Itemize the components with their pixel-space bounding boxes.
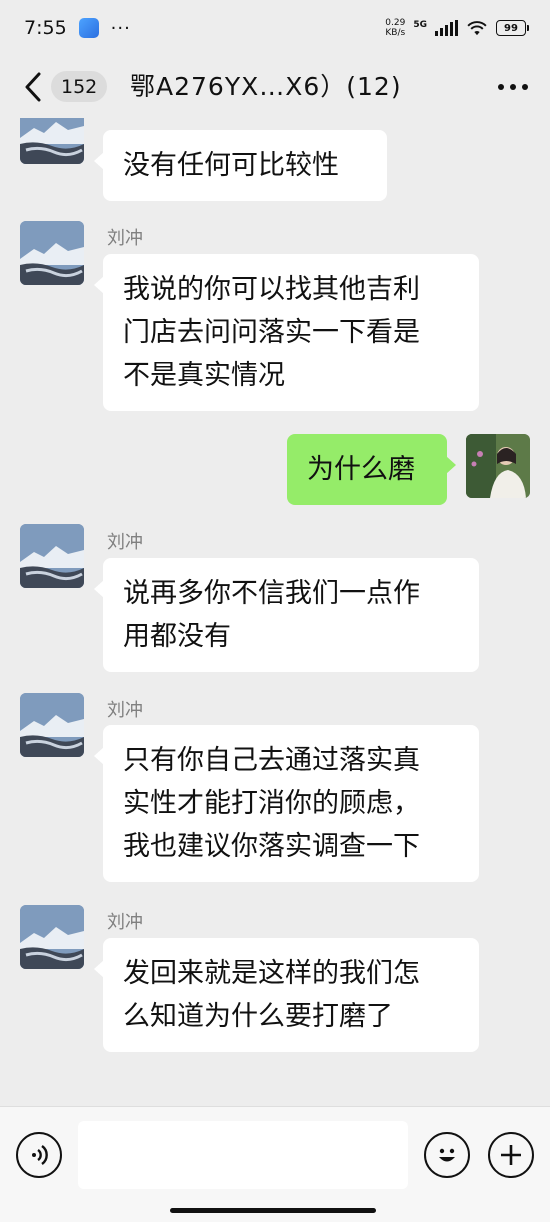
message-line: 用都没有 [123, 621, 231, 652]
message-bubble[interactable]: 说再多你不信我们一点作 用都没有 [94, 558, 479, 672]
avatar[interactable] [20, 693, 84, 757]
plus-button[interactable] [488, 1132, 534, 1178]
more-dot [522, 84, 528, 90]
status-left: 7:55 ··· [24, 17, 131, 39]
status-time: 7:55 [24, 17, 67, 39]
chat-title: 鄂A276YX…X6）(12) [130, 72, 402, 101]
message-bubble[interactable]: 我说的你可以找其他吉利 门店去问问落实一下看是 不是真实情况 [94, 254, 479, 411]
mountain-avatar-icon [20, 524, 84, 588]
avatar[interactable] [20, 905, 84, 969]
app-notification-icon [78, 18, 99, 38]
message-line: 只有你自己去通过落实真 [123, 745, 420, 776]
message-input[interactable] [78, 1121, 408, 1189]
mountain-avatar-icon [20, 905, 84, 969]
status-right: 0.29 KB/s 5G 99 [385, 18, 529, 38]
sender-name: 刘冲 [107, 532, 143, 553]
unread-count-badge[interactable]: 152 [51, 71, 108, 102]
self-avatar[interactable] [466, 434, 530, 498]
emoji-button[interactable] [424, 1132, 470, 1178]
message-line: 实性才能打消你的顾虑， [123, 788, 420, 819]
chevron-left-icon [25, 72, 41, 102]
message-line: 我也建议你落实调查一下 [123, 831, 420, 862]
home-indicator[interactable] [170, 1208, 376, 1213]
message-bubble[interactable]: 没有任何可比较性 [94, 130, 387, 201]
battery-level: 99 [504, 22, 518, 34]
message-input-bar [0, 1106, 550, 1222]
mountain-avatar-icon [20, 221, 84, 285]
message-line: 不是真实情况 [123, 360, 285, 391]
network-speed-unit: KB/s [385, 28, 406, 38]
person-avatar-icon [466, 434, 530, 498]
message-bubble[interactable]: 只有你自己去通过落实真 实性才能打消你的顾虑， 我也建议你落实调查一下 [94, 725, 479, 882]
message-line: 我说的你可以找其他吉利 [123, 274, 420, 305]
message-line: 发回来就是这样的我们怎 [123, 958, 420, 989]
avatar[interactable] [20, 118, 84, 164]
status-more-dots: ··· [110, 17, 131, 39]
emoji-icon [439, 1148, 455, 1162]
message-text: 没有任何可比较性 [123, 150, 339, 181]
sender-name: 刘冲 [107, 912, 143, 933]
self-message-bubble[interactable]: 为什么磨 [287, 434, 456, 505]
back-button[interactable] [22, 70, 52, 104]
plus-icon [501, 1145, 521, 1165]
message-text: 为什么磨 [307, 454, 415, 485]
battery-icon: 99 [496, 20, 529, 36]
signal-strength-icon [435, 20, 458, 36]
wifi-icon [467, 21, 487, 36]
more-dots-icon [498, 84, 504, 90]
sender-name: 刘冲 [107, 228, 143, 249]
status-bar: 7:55 ··· 0.29 KB/s 5G 99 [0, 0, 550, 56]
chat-header: 152 鄂A276YX…X6）(12) [0, 56, 550, 118]
message-line: 门店去问问落实一下看是 [123, 317, 420, 348]
sender-name: 刘冲 [107, 700, 143, 721]
voice-icon [32, 1145, 48, 1165]
message-bubble[interactable]: 发回来就是这样的我们怎 么知道为什么要打磨了 [94, 938, 479, 1052]
network-speed: 0.29 KB/s [385, 18, 405, 38]
network-speed-value: 0.29 [385, 18, 406, 28]
avatar[interactable] [20, 524, 84, 588]
more-dot [510, 84, 516, 90]
network-type: 5G [413, 20, 427, 30]
message-line: 么知道为什么要打磨了 [123, 1001, 393, 1032]
mountain-avatar-icon [20, 118, 84, 164]
avatar[interactable] [20, 221, 84, 285]
voice-button[interactable] [16, 1132, 62, 1178]
message-line: 说再多你不信我们一点作 [123, 578, 420, 609]
mountain-avatar-icon [20, 693, 84, 757]
more-options-button[interactable] [498, 75, 528, 99]
chat-messages[interactable]: 没有任何可比较性 刘冲 我说的你可以找其他吉利 门店去问问落实一下看是 不是真实… [0, 118, 550, 1106]
